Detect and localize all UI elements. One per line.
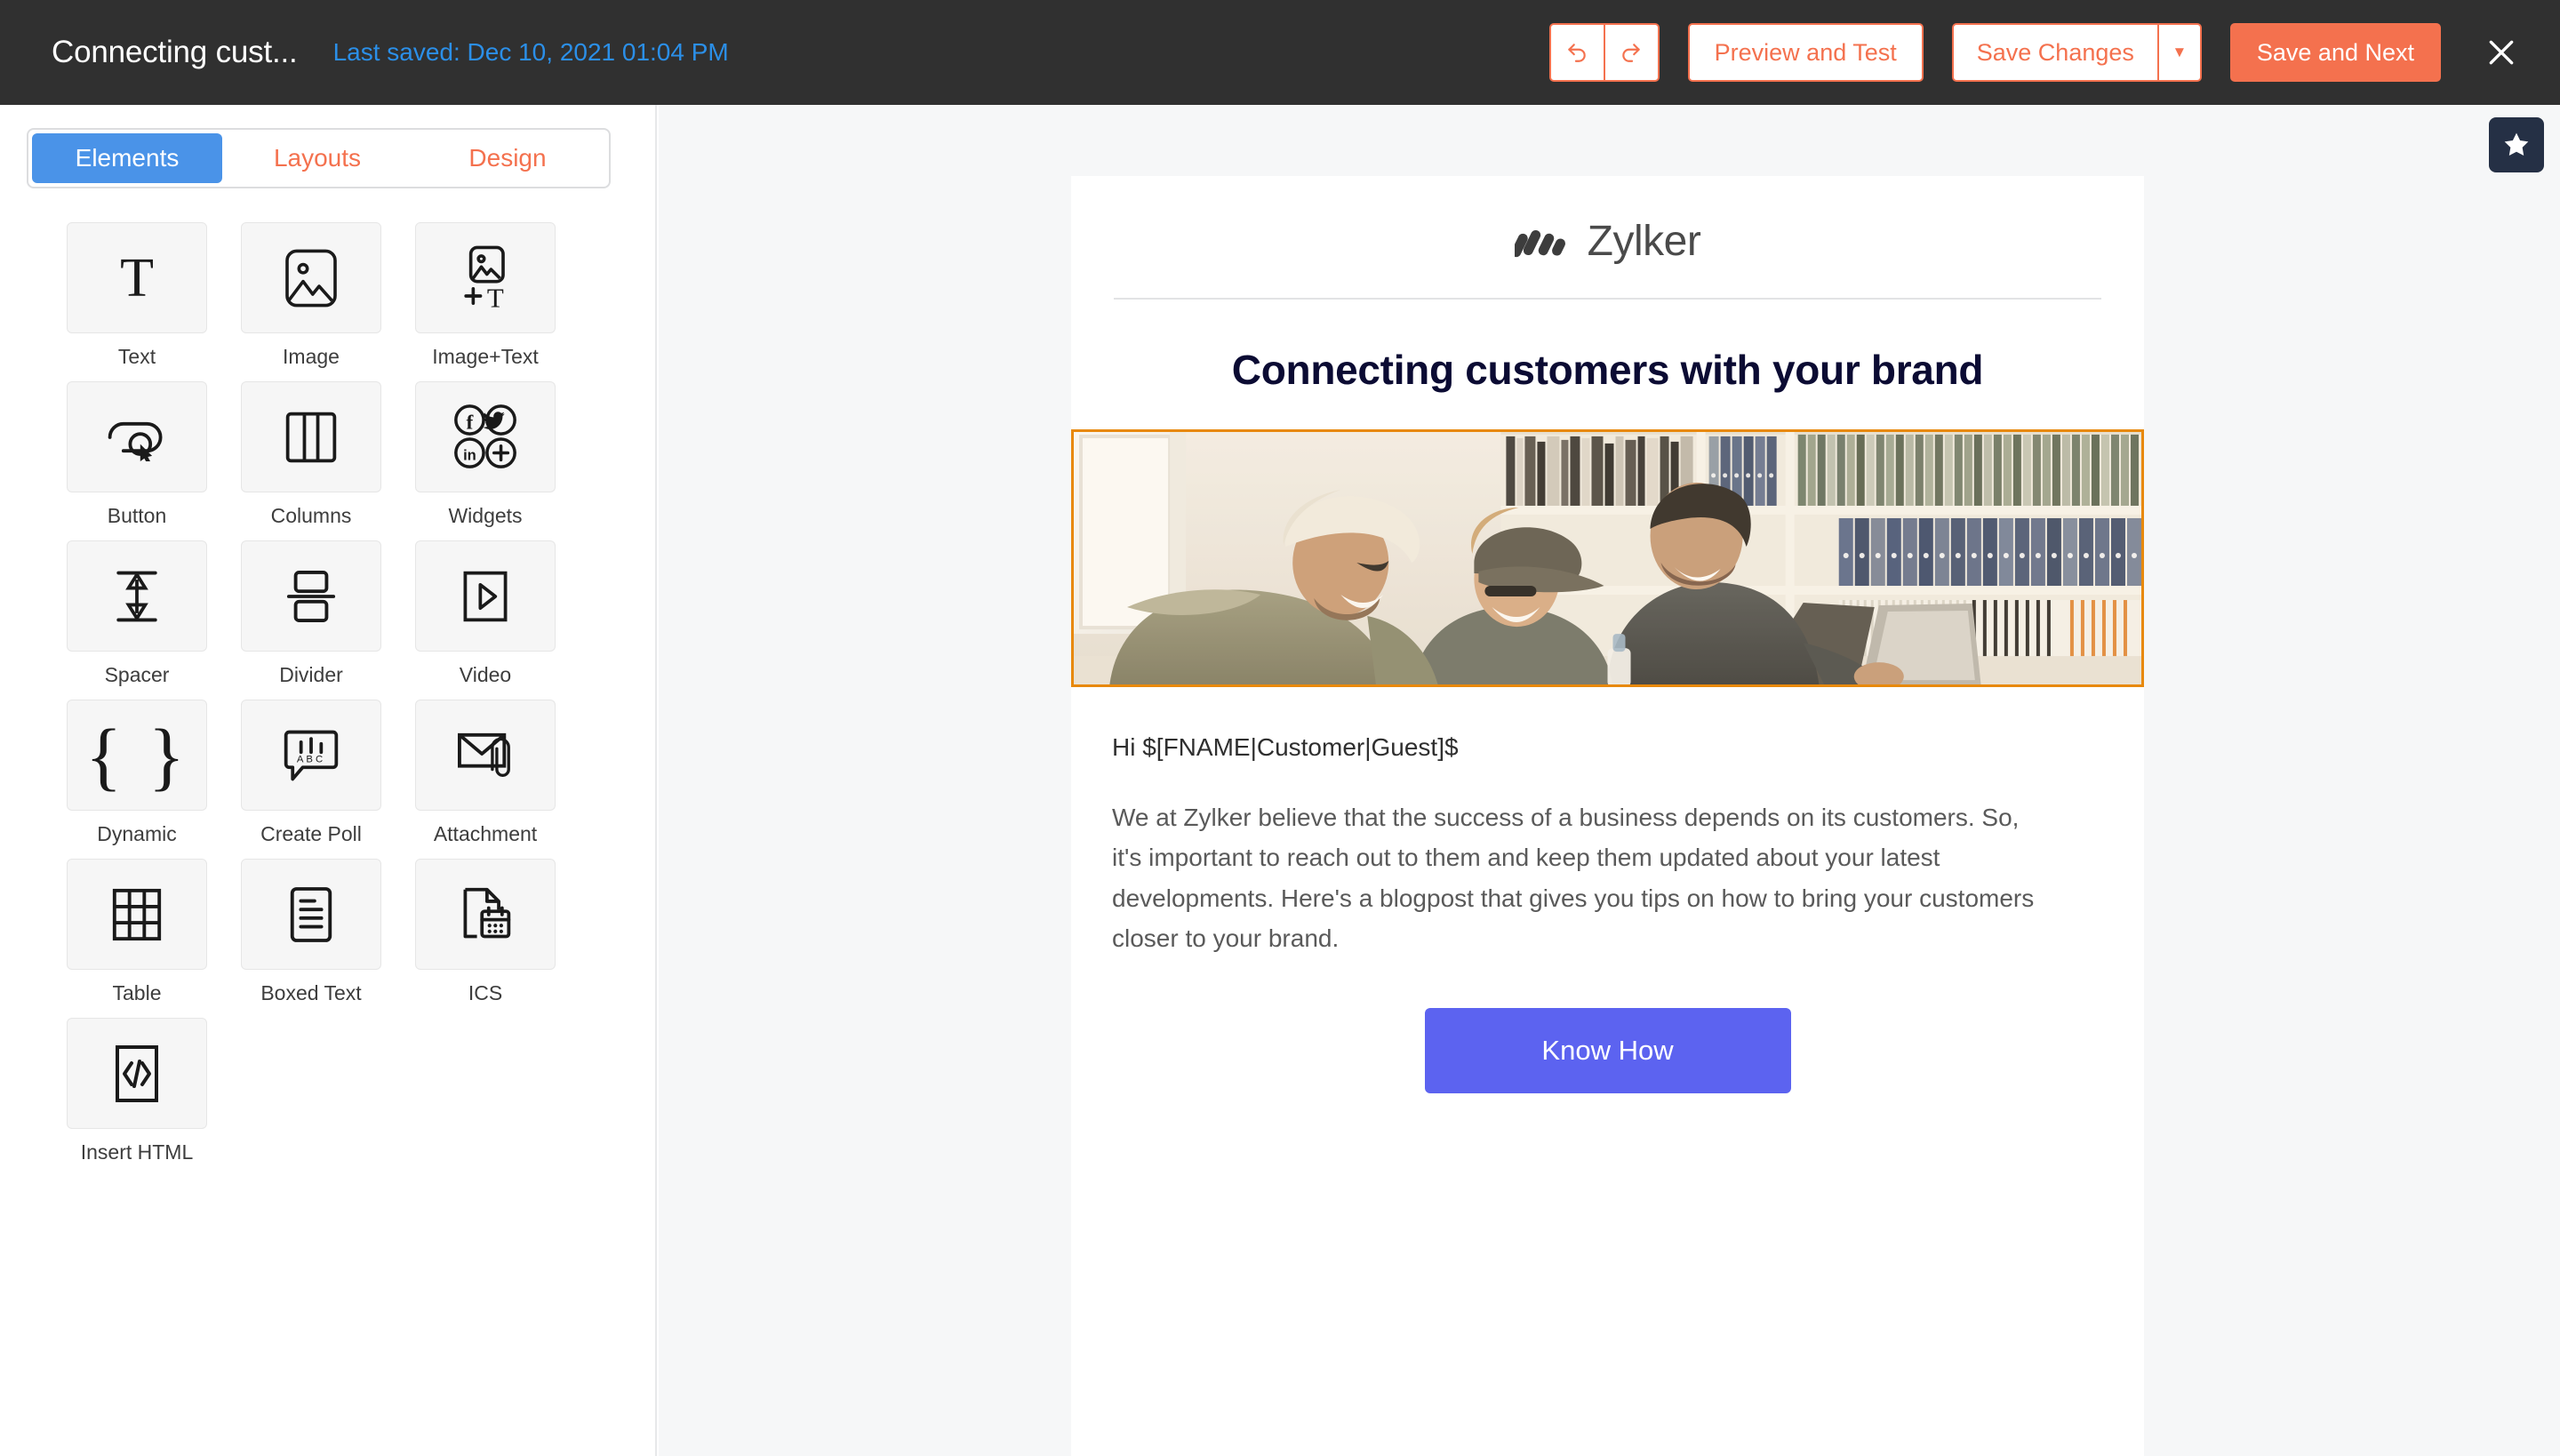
svg-text:in: in <box>463 446 476 463</box>
insert-html-icon <box>116 1044 158 1102</box>
element-label: Divider <box>279 663 343 686</box>
header-divider <box>1114 298 2101 300</box>
element-label: Button <box>107 504 167 527</box>
element-label: Boxed Text <box>260 981 362 1004</box>
undo-icon <box>1568 44 1586 62</box>
page-title: Connecting cust... <box>52 35 298 69</box>
element-columns[interactable]: Columns <box>224 381 398 528</box>
widgets-icon: f in <box>454 404 516 468</box>
table-icon <box>112 888 162 940</box>
email-heading[interactable]: Connecting customers with your brand <box>1112 346 2103 394</box>
undo-redo-group <box>1548 23 1660 82</box>
text-icon: T <box>67 222 207 333</box>
email-body-text[interactable]: We at Zylker believe that the success of… <box>1112 797 2054 958</box>
sidebar-tabs: Elements Layouts Design <box>27 128 611 188</box>
know-how-button[interactable]: Know How <box>1424 1008 1791 1094</box>
image-icon <box>285 249 337 307</box>
tab-elements[interactable]: Elements <box>32 133 222 183</box>
element-label: Image+Text <box>432 345 539 368</box>
email-greeting[interactable]: Hi $[FNAME|Customer|Guest]$ <box>1112 733 2103 762</box>
element-button[interactable]: Button <box>50 381 224 528</box>
svg-text:ABC: ABC <box>297 754 325 764</box>
dynamic-icon: { } <box>84 712 189 798</box>
svg-text:f: f <box>467 411 475 434</box>
element-label: Spacer <box>104 663 170 686</box>
svg-text:T: T <box>487 282 504 313</box>
preview-and-test-button[interactable]: Preview and Test <box>1687 23 1924 82</box>
element-label: Dynamic <box>97 822 177 845</box>
element-label: Insert HTML <box>80 1140 194 1164</box>
close-icon <box>2489 40 2514 65</box>
divider-icon <box>286 570 336 622</box>
element-table[interactable]: Table <box>50 859 224 1005</box>
favorites-button[interactable] <box>2489 117 2544 172</box>
element-label: Widgets <box>448 504 523 527</box>
element-text[interactable]: T Text <box>50 222 224 369</box>
element-label: Attachment <box>433 822 538 845</box>
tab-design[interactable]: Design <box>412 133 603 183</box>
element-attachment[interactable]: Attachment <box>398 700 572 846</box>
close-button[interactable] <box>2478 29 2524 76</box>
element-image[interactable]: Image <box>224 222 398 369</box>
logo-text: Zylker <box>1587 218 1701 265</box>
element-divider[interactable]: Divider <box>224 540 398 687</box>
element-spacer[interactable]: Spacer <box>50 540 224 687</box>
boxed-text-icon <box>290 886 332 942</box>
image-text-icon: T <box>464 245 505 313</box>
star-icon <box>2504 132 2529 156</box>
redo-button[interactable] <box>1604 23 1660 82</box>
app-header: Connecting cust... Last saved: Dec 10, 2… <box>0 0 2560 105</box>
element-boxed-text[interactable]: Boxed Text <box>224 859 398 1005</box>
save-changes-button[interactable]: Save Changes <box>1954 25 2159 80</box>
zylker-logo-mark <box>1514 229 1565 257</box>
element-label: Text <box>117 345 156 368</box>
header-actions: Preview and Test Save Changes ▼ Save and… <box>1548 23 2524 82</box>
element-label: Columns <box>270 504 352 527</box>
tab-layouts[interactable]: Layouts <box>222 133 412 183</box>
email-canvas: Zylker Connecting customers with your br… <box>659 105 2560 1456</box>
left-sidebar: Elements Layouts Design T Text Image T I… <box>0 105 657 1456</box>
chevron-down-icon[interactable]: ▼ <box>2159 25 2200 80</box>
poll-icon: ABC <box>284 730 339 780</box>
element-label: Table <box>112 981 162 1004</box>
columns-icon <box>285 412 337 462</box>
email-logo[interactable]: Zylker <box>1112 176 2103 298</box>
email-cta-row: Know How <box>1112 1008 2103 1094</box>
element-widgets[interactable]: f in Widgets <box>398 381 572 528</box>
hero-photo <box>1074 432 2141 684</box>
element-label: Video <box>459 663 512 686</box>
button-icon <box>108 421 163 461</box>
element-insert-html[interactable]: Insert HTML <box>50 1018 224 1164</box>
video-icon <box>463 571 508 621</box>
redo-icon <box>1622 44 1640 62</box>
last-saved-status: Last saved: Dec 10, 2021 01:04 PM <box>332 38 729 66</box>
element-dynamic[interactable]: { } Dynamic <box>50 700 224 846</box>
email-hero-image[interactable] <box>1071 429 2144 687</box>
element-label: ICS <box>468 981 503 1004</box>
undo-button[interactable] <box>1548 23 1604 82</box>
save-and-next-button[interactable]: Save and Next <box>2229 23 2441 82</box>
element-label: Image <box>283 345 340 368</box>
element-create-poll[interactable]: ABC Create Poll <box>224 700 398 846</box>
element-image-text[interactable]: T Image+Text <box>398 222 572 369</box>
element-video[interactable]: Video <box>398 540 572 687</box>
element-ics[interactable]: ICS <box>398 859 572 1005</box>
save-changes-split-button: Save Changes ▼ <box>1951 23 2202 82</box>
attachment-icon <box>458 732 510 777</box>
spacer-icon <box>116 571 157 621</box>
email-preview: Zylker Connecting customers with your br… <box>1071 176 2144 1456</box>
ics-icon <box>463 887 511 938</box>
elements-grid: T Text Image T Image+Text Button Columns… <box>50 222 636 1177</box>
element-label: Create Poll <box>260 822 362 845</box>
